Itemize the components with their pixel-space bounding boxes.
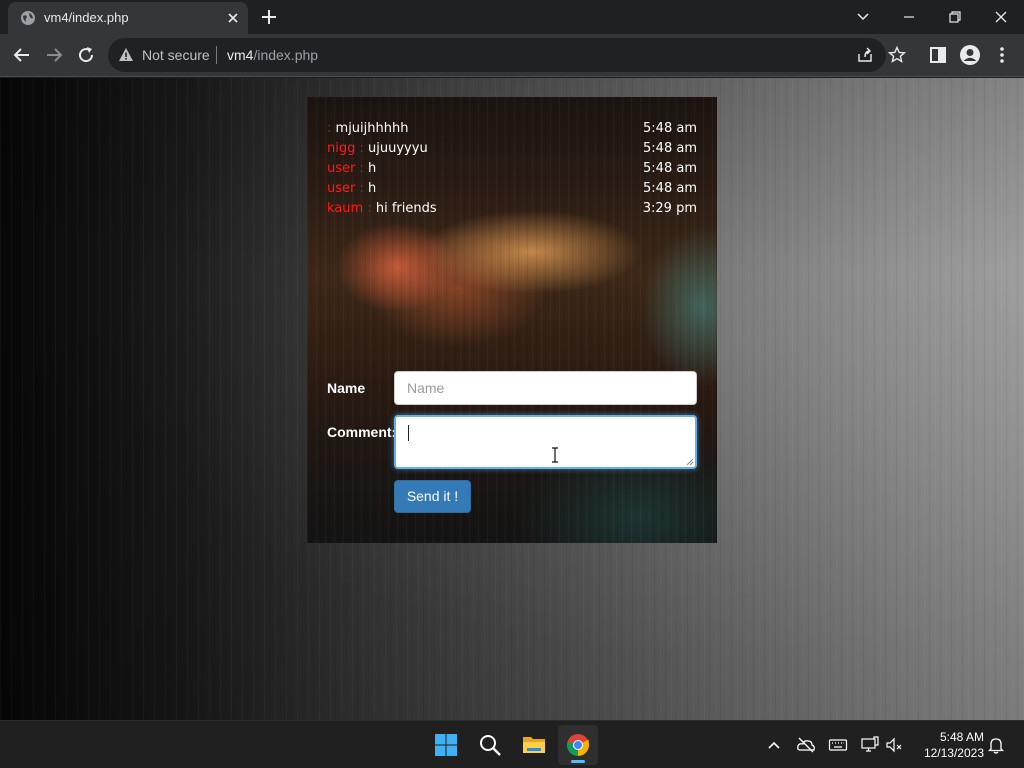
chat-panel: : mjuijhhhhh 5:48 am nigg : ujuuyyyu 5:4… — [307, 97, 717, 543]
browser-tab[interactable]: vm4/index.php — [8, 2, 248, 34]
message-username: nigg — [327, 141, 356, 156]
clock-time: 5:48 AM — [939, 730, 984, 744]
file-explorer-button[interactable] — [514, 725, 554, 765]
chevron-up-icon[interactable] — [764, 735, 784, 755]
active-app-indicator — [571, 760, 585, 763]
reload-icon[interactable] — [74, 43, 98, 67]
message-username: kaum — [327, 201, 364, 216]
text-caret — [408, 425, 409, 441]
comment-textarea[interactable] — [394, 415, 697, 469]
text-cursor-icon — [552, 447, 558, 463]
taskbar-search-button[interactable] — [470, 725, 510, 765]
onedrive-offline-icon[interactable] — [796, 735, 816, 755]
security-label[interactable]: Not secure — [142, 47, 210, 63]
folder-icon — [523, 737, 545, 753]
search-icon — [480, 735, 501, 756]
volume-muted-icon[interactable] — [884, 735, 904, 755]
message-separator: : — [359, 181, 364, 196]
tab-title: vm4/index.php — [44, 10, 129, 25]
taskbar: 5:48 AM 12/13/2023 — [0, 720, 1024, 768]
tab-search-icon[interactable] — [850, 4, 876, 30]
address-bar[interactable]: Not secure vm4/index.php — [108, 38, 906, 72]
share-icon[interactable] — [856, 46, 874, 64]
message-time: 5:48 am — [643, 181, 697, 196]
url-path: /index.php — [253, 47, 319, 63]
bookmark-star-icon[interactable] — [888, 46, 906, 64]
url-host: vm4 — [227, 47, 254, 63]
message-text: hi friends — [375, 201, 437, 216]
system-clock[interactable]: 5:48 AM 12/13/2023 — [916, 729, 984, 761]
message-separator: : — [367, 201, 372, 216]
notification-bell-icon[interactable] — [986, 735, 1006, 755]
forward-icon[interactable] — [42, 43, 66, 67]
chrome-taskbar-button[interactable] — [558, 725, 598, 765]
name-label: Name — [327, 380, 366, 396]
globe-icon — [21, 11, 35, 25]
message-text: ujuuyyyu — [368, 141, 428, 156]
message-username: user — [327, 181, 356, 196]
message-list: : mjuijhhhhh 5:48 am nigg : ujuuyyyu 5:4… — [327, 121, 697, 221]
comment-label: Comment: — [327, 424, 397, 440]
warning-icon[interactable] — [118, 47, 134, 63]
message-row: nigg : ujuuyyyu 5:48 am — [327, 141, 697, 161]
message-separator: : — [327, 121, 332, 136]
windows-logo-icon — [435, 734, 457, 756]
send-button[interactable]: Send it ! — [394, 480, 471, 513]
tab-strip: vm4/index.php — [0, 0, 1024, 34]
message-text: h — [368, 181, 377, 196]
minimize-icon[interactable] — [896, 4, 922, 30]
back-icon[interactable] — [10, 43, 34, 67]
url-text[interactable]: vm4/index.php — [227, 47, 318, 63]
message-separator: : — [359, 161, 364, 176]
message-time: 3:29 pm — [642, 201, 697, 216]
clock-date: 12/13/2023 — [923, 746, 984, 760]
message-row: kaum : hi friends 3:29 pm — [327, 201, 697, 221]
message-row: : mjuijhhhhh 5:48 am — [327, 121, 697, 141]
message-text: h — [368, 161, 377, 176]
profile-icon[interactable] — [958, 43, 982, 67]
restore-icon[interactable] — [942, 4, 968, 30]
message-text: mjuijhhhhh — [335, 121, 409, 136]
new-tab-icon[interactable] — [258, 6, 280, 28]
message-time: 5:48 am — [643, 141, 697, 156]
chrome-icon — [567, 734, 589, 756]
network-icon[interactable] — [860, 735, 880, 755]
resize-grip-icon[interactable] — [686, 458, 694, 466]
message-row: user : h 5:48 am — [327, 181, 697, 201]
keyboard-icon[interactable] — [828, 735, 848, 755]
message-time: 5:48 am — [643, 161, 697, 176]
side-panel-icon[interactable] — [926, 43, 950, 67]
message-separator: : — [359, 141, 364, 156]
message-username: user — [327, 161, 356, 176]
window-close-icon[interactable] — [988, 4, 1014, 30]
message-time: 5:48 am — [643, 121, 697, 136]
close-icon[interactable] — [224, 9, 242, 27]
address-separator — [216, 46, 217, 64]
start-button[interactable] — [426, 725, 466, 765]
page-viewport: : mjuijhhhhh 5:48 am nigg : ujuuyyyu 5:4… — [0, 78, 1024, 720]
menu-kebab-icon[interactable] — [990, 43, 1014, 67]
browser-toolbar: Not secure vm4/index.php — [0, 34, 1024, 77]
name-input[interactable] — [394, 371, 697, 405]
message-row: user : h 5:48 am — [327, 161, 697, 181]
